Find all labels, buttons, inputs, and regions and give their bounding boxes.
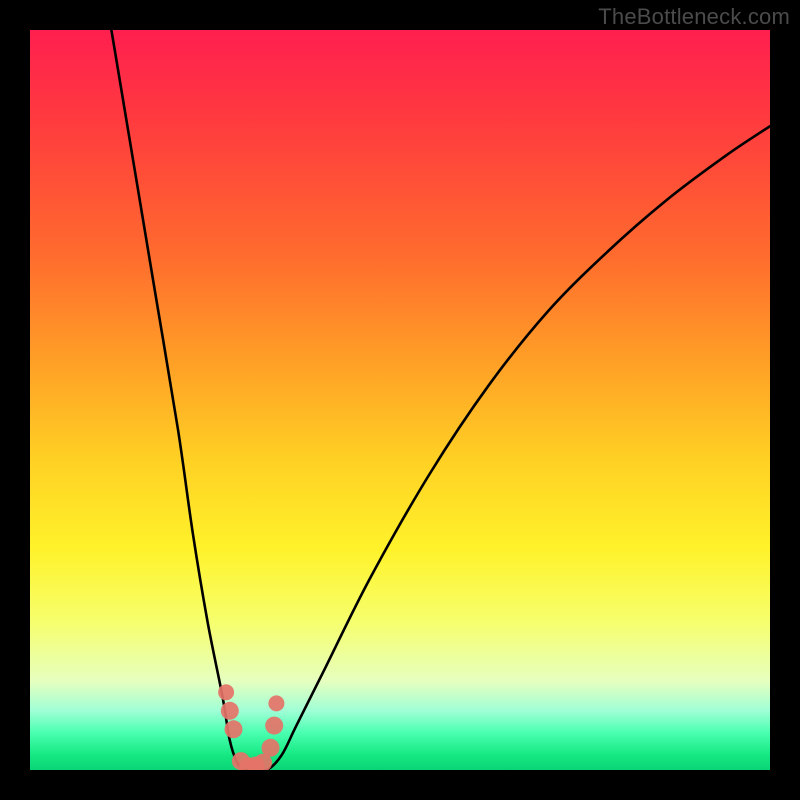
marker-dot <box>225 720 243 738</box>
marker-dot <box>262 739 280 757</box>
bottleneck-markers <box>218 684 284 770</box>
marker-dot <box>268 695 284 711</box>
watermark-text: TheBottleneck.com <box>598 4 790 30</box>
marker-dot <box>265 717 283 735</box>
plot-area <box>30 30 770 770</box>
chart-overlay <box>30 30 770 770</box>
bottleneck-curve <box>111 30 770 770</box>
marker-dot <box>218 684 234 700</box>
marker-dot <box>221 702 239 720</box>
chart-frame: TheBottleneck.com <box>0 0 800 800</box>
